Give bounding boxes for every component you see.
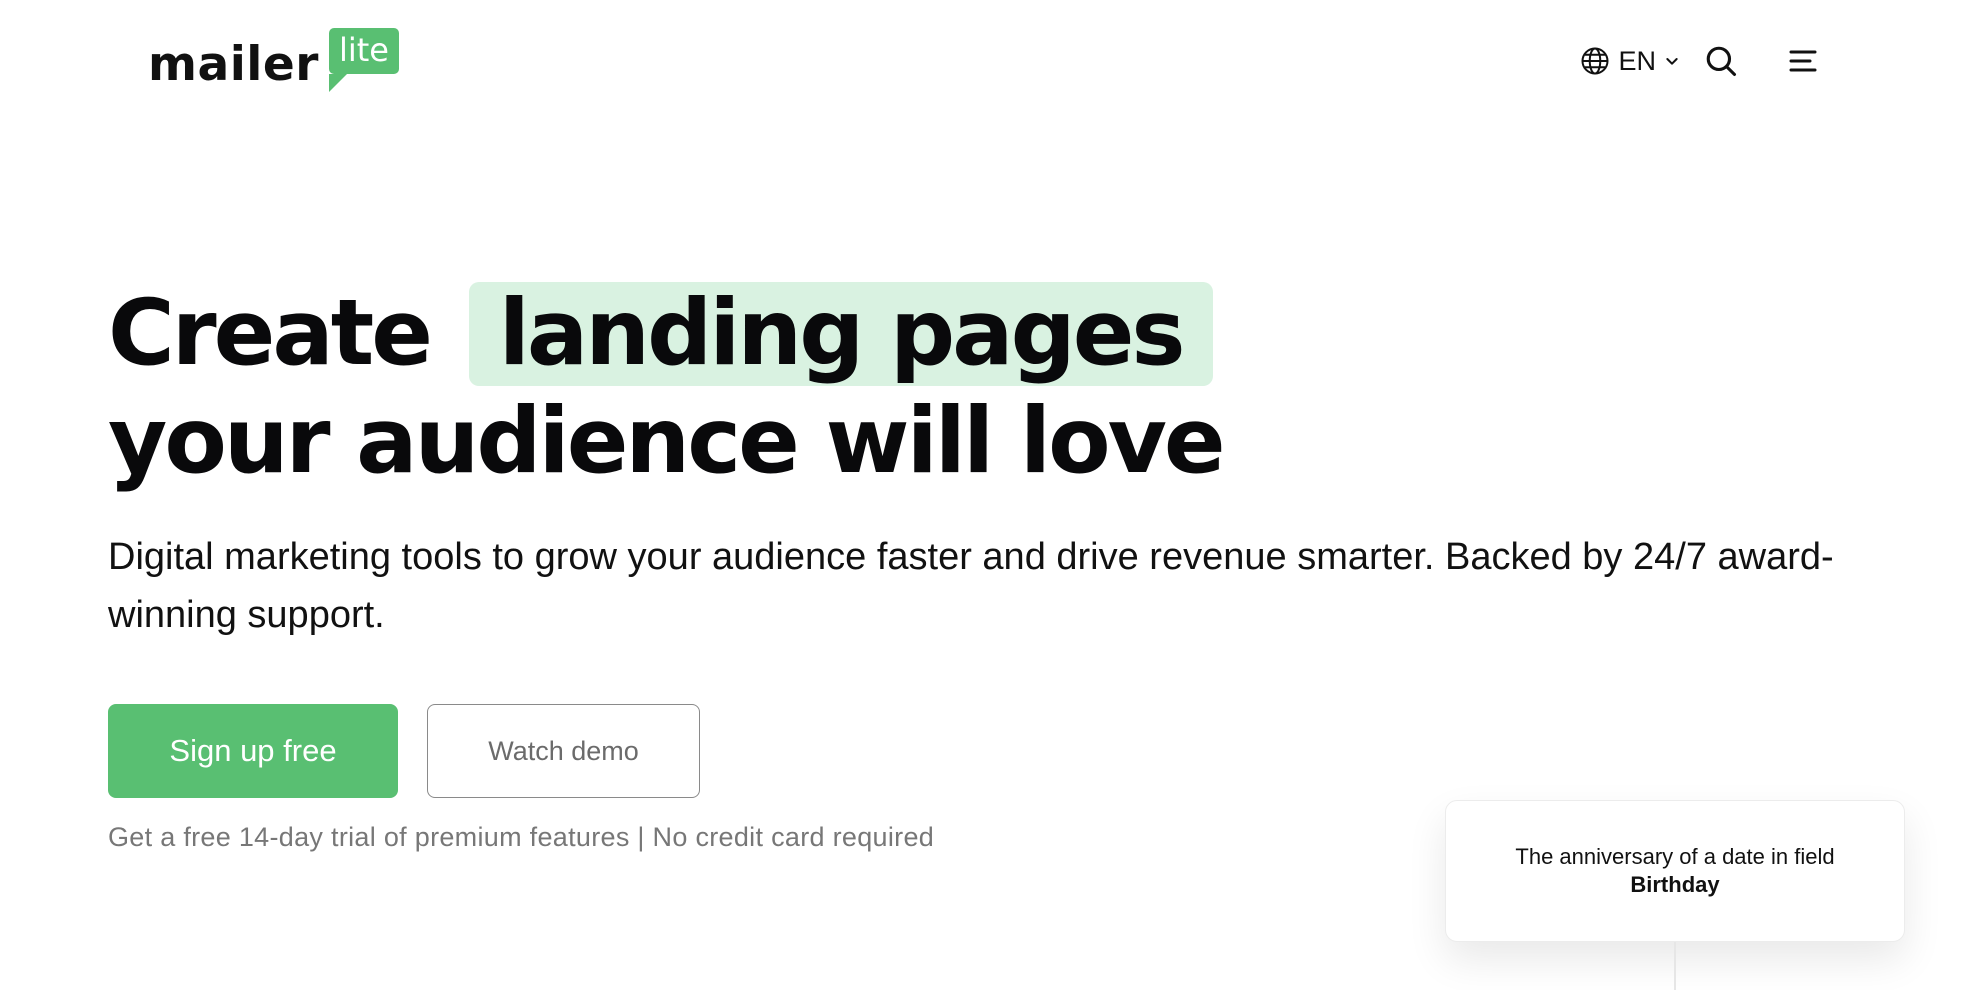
headline-start: Create [108, 281, 433, 386]
watch-demo-button[interactable]: Watch demo [427, 704, 700, 798]
language-selector[interactable]: EN [1580, 46, 1680, 77]
headline-line-1: Create landing pages [108, 280, 1223, 388]
headline-highlight: landing pages [468, 282, 1213, 386]
header-controls: EN [1580, 44, 1818, 78]
sign-up-button[interactable]: Sign up free [108, 704, 398, 798]
globe-icon [1580, 46, 1610, 76]
headline-line-2: your audience will love [108, 389, 1226, 494]
logo-link[interactable]: mailer lite [148, 28, 399, 92]
logo-wordmark: mailer [148, 37, 319, 92]
logo-badge: lite [328, 28, 399, 92]
hero-headline: Create landing pages your audience will … [108, 280, 1226, 496]
card-connector-line [1674, 942, 1676, 990]
page: mailer lite EN Create landing pages your… [0, 0, 1966, 990]
language-code: EN [1618, 45, 1656, 76]
search-icon[interactable] [1704, 44, 1738, 78]
card-field-name: Birthday [1630, 872, 1720, 897]
card-text-prefix: The anniversary of a date in field [1515, 844, 1835, 869]
hamburger-menu-icon[interactable] [1788, 48, 1818, 74]
chevron-down-icon [1664, 53, 1680, 69]
hero-subtitle: Digital marketing tools to grow your aud… [108, 536, 1834, 636]
trial-note: Get a free 14-day trial of premium featu… [108, 822, 935, 852]
automation-trigger-card: The anniversary of a date in field Birth… [1445, 800, 1905, 942]
card-text: The anniversary of a date in field Birth… [1486, 843, 1864, 899]
